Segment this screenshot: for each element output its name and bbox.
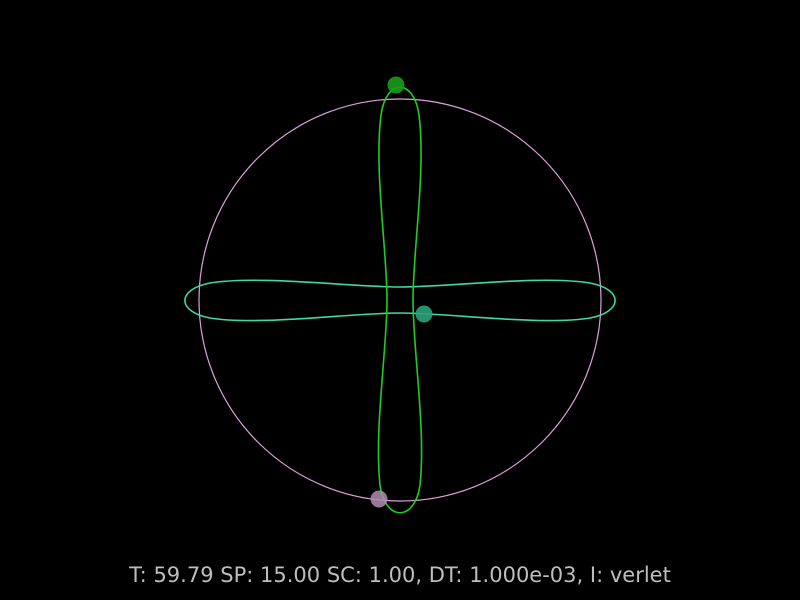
integrator-value: verlet — [609, 563, 671, 587]
orbit-trail-circle — [198, 98, 602, 502]
orbit-trail-horizontal — [184, 279, 616, 322]
body-violet — [370, 490, 388, 508]
dt-value: 1.000e-03, — [469, 563, 584, 587]
body-teal — [415, 305, 433, 323]
speed-value: 15.00 — [260, 563, 321, 587]
speed-label: SP: — [220, 563, 254, 587]
scale-value: 1.00, — [368, 563, 423, 587]
orbit-trail-vertical — [377, 86, 423, 514]
time-value: 59.79 — [153, 563, 214, 587]
status-bar: T: 59.79 SP: 15.00 SC: 1.00, DT: 1.000e-… — [0, 560, 800, 590]
scale-label: SC: — [326, 563, 362, 587]
simulation-canvas[interactable] — [0, 0, 800, 600]
time-label: T: — [129, 563, 147, 587]
simulation-window: T: 59.79 SP: 15.00 SC: 1.00, DT: 1.000e-… — [0, 0, 800, 600]
dt-label: DT: — [428, 563, 463, 587]
integrator-label: I: — [589, 563, 604, 587]
body-green — [387, 76, 405, 94]
